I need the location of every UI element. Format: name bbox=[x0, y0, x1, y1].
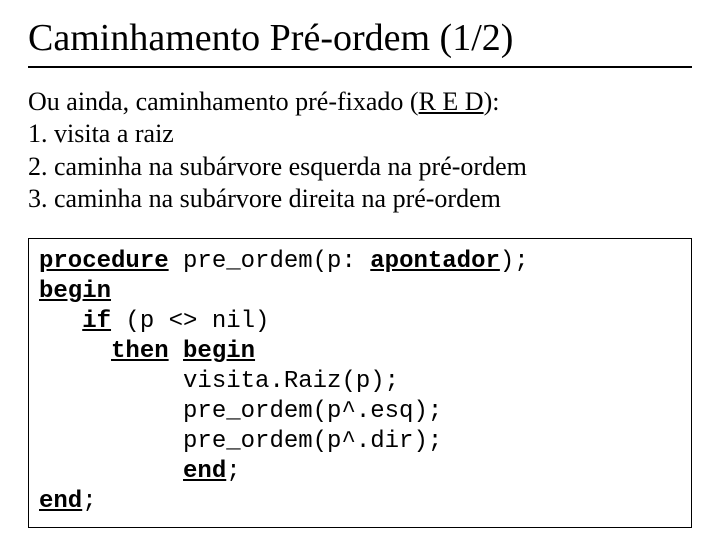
kw-end-inner: end bbox=[183, 458, 226, 485]
slide-title: Caminhamento Pré-ordem (1/2) bbox=[28, 18, 692, 68]
kw-then: then bbox=[111, 338, 169, 365]
kw-begin-outer: begin bbox=[39, 278, 111, 305]
kw-if: if bbox=[82, 308, 111, 335]
indent-if bbox=[39, 308, 82, 335]
step-3: 3. caminha na subárvore direita na pré-o… bbox=[28, 183, 692, 216]
semi-1: ; bbox=[226, 458, 240, 485]
if-cond: (p <> nil) bbox=[111, 308, 269, 335]
intro-suffix: ): bbox=[484, 87, 500, 116]
intro-prefix: Ou ainda, caminhamento pré-fixado ( bbox=[28, 87, 419, 116]
indent-end-inner bbox=[39, 458, 183, 485]
semi-2: ; bbox=[82, 488, 96, 515]
kw-begin-inner: begin bbox=[183, 338, 255, 365]
mnemonic-red: R E D bbox=[419, 87, 484, 116]
kw-apontador: apontador bbox=[370, 248, 500, 275]
code-dir: pre_ordem(p^.dir); bbox=[39, 428, 442, 455]
space-1 bbox=[169, 338, 183, 365]
code-esq: pre_ordem(p^.esq); bbox=[39, 398, 442, 425]
intro-line: Ou ainda, caminhamento pré-fixado (R E D… bbox=[28, 86, 692, 119]
kw-end-outer: end bbox=[39, 488, 82, 515]
code-visit: visita.Raiz(p); bbox=[39, 368, 399, 395]
code-box: procedure pre_ordem(p: apontador); begin… bbox=[28, 238, 692, 528]
code-sig-1: pre_ordem(p: bbox=[169, 248, 371, 275]
code-sig-close: ); bbox=[500, 248, 529, 275]
indent-then bbox=[39, 338, 111, 365]
kw-procedure: procedure bbox=[39, 248, 169, 275]
description-block: Ou ainda, caminhamento pré-fixado (R E D… bbox=[28, 86, 692, 216]
step-1: 1. visita a raiz bbox=[28, 118, 692, 151]
step-2: 2. caminha na subárvore esquerda na pré-… bbox=[28, 151, 692, 184]
